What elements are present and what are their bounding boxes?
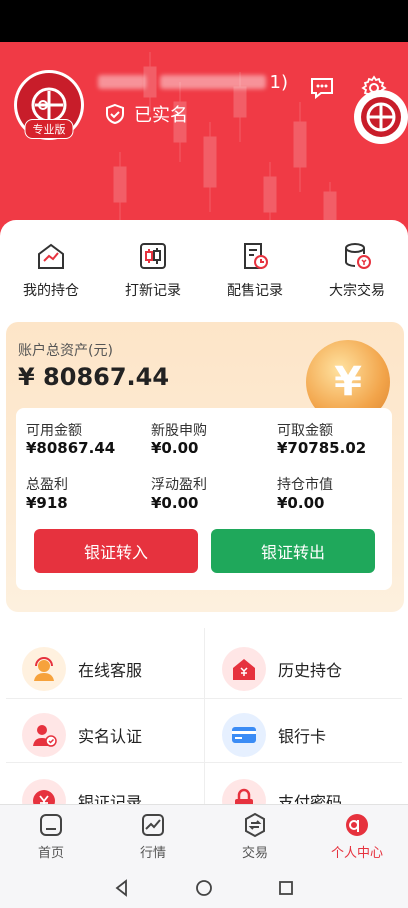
quick-block-trade[interactable]: 大宗交易 <box>307 240 407 310</box>
status-bar <box>0 0 408 42</box>
available-funds-label: 可用金额 <box>26 423 82 439</box>
menu-real-name-verify[interactable]: 实名认证 <box>22 704 142 766</box>
tab-home[interactable]: 首页 <box>11 805 91 868</box>
shield-check-icon <box>106 103 124 125</box>
brand-logo <box>354 90 408 144</box>
menu-bank-card[interactable]: 银行卡 <box>222 704 326 766</box>
total-profit-value: ¥918 <box>26 494 68 512</box>
tab-profile[interactable]: 个人中心 <box>317 805 397 868</box>
total-assets-label: 账户总资产(元) <box>18 343 113 359</box>
quick-placement-records[interactable]: 配售记录 <box>205 240 305 310</box>
bank-card-icon <box>222 713 266 757</box>
floating-profit-value: ¥0.00 <box>151 494 199 512</box>
available-funds-value: ¥80867.44 <box>26 439 116 457</box>
home-icon <box>40 814 62 836</box>
system-nav-bar <box>0 868 408 908</box>
transfer-out-button[interactable]: 银证转出 <box>211 529 375 573</box>
menu-online-service[interactable]: 在线客服 <box>22 638 142 700</box>
username: 1) <box>98 70 288 94</box>
total-assets-value: ¥ 80867.44 <box>18 363 170 391</box>
tab-market[interactable]: 行情 <box>113 805 193 868</box>
position-value-value: ¥0.00 <box>277 494 325 512</box>
quick-actions: 我的持仓 打新记录 配售记录 大宗交易 <box>0 240 408 310</box>
avatar[interactable]: 专业版 <box>14 70 84 140</box>
recents-icon[interactable] <box>277 879 295 897</box>
total-profit-label: 总盈利 <box>26 477 68 493</box>
quick-ipo-records[interactable]: 打新记录 <box>103 240 203 310</box>
withdrawable-value: ¥70785.02 <box>277 439 367 457</box>
transfer-in-button[interactable]: 银证转入 <box>34 529 198 573</box>
position-value-label: 持仓市值 <box>277 477 333 493</box>
user-verify-icon <box>22 713 66 757</box>
database-yen-icon <box>341 240 373 272</box>
ipo-subscription-value: ¥0.00 <box>151 439 199 457</box>
floating-profit-label: 浮动盈利 <box>151 477 207 493</box>
verified-status: 已实名 <box>104 101 188 127</box>
quick-positions[interactable]: 我的持仓 <box>1 240 101 310</box>
market-icon <box>142 814 164 836</box>
document-clock-icon <box>239 240 271 272</box>
history-house-icon <box>222 647 266 691</box>
ipo-subscription-label: 新股申购 <box>151 423 207 439</box>
candlestick-icon <box>137 240 169 272</box>
trade-icon <box>245 812 265 838</box>
home-circle-icon[interactable] <box>195 879 213 897</box>
withdrawable-label: 可取金额 <box>277 423 333 439</box>
menu-history-positions[interactable]: 历史持仓 <box>222 638 342 700</box>
profile-icon <box>346 814 368 836</box>
back-icon[interactable] <box>113 879 131 897</box>
menu-divider <box>204 628 205 806</box>
brand-logo-icon <box>361 97 401 137</box>
pro-badge: 专业版 <box>24 119 74 139</box>
message-icon[interactable] <box>306 72 338 104</box>
bottom-tab-bar: 首页 行情 交易 个人中心 <box>0 804 408 868</box>
tab-trade[interactable]: 交易 <box>215 805 295 868</box>
customer-service-icon <box>22 647 66 691</box>
chart-house-icon <box>35 240 67 272</box>
